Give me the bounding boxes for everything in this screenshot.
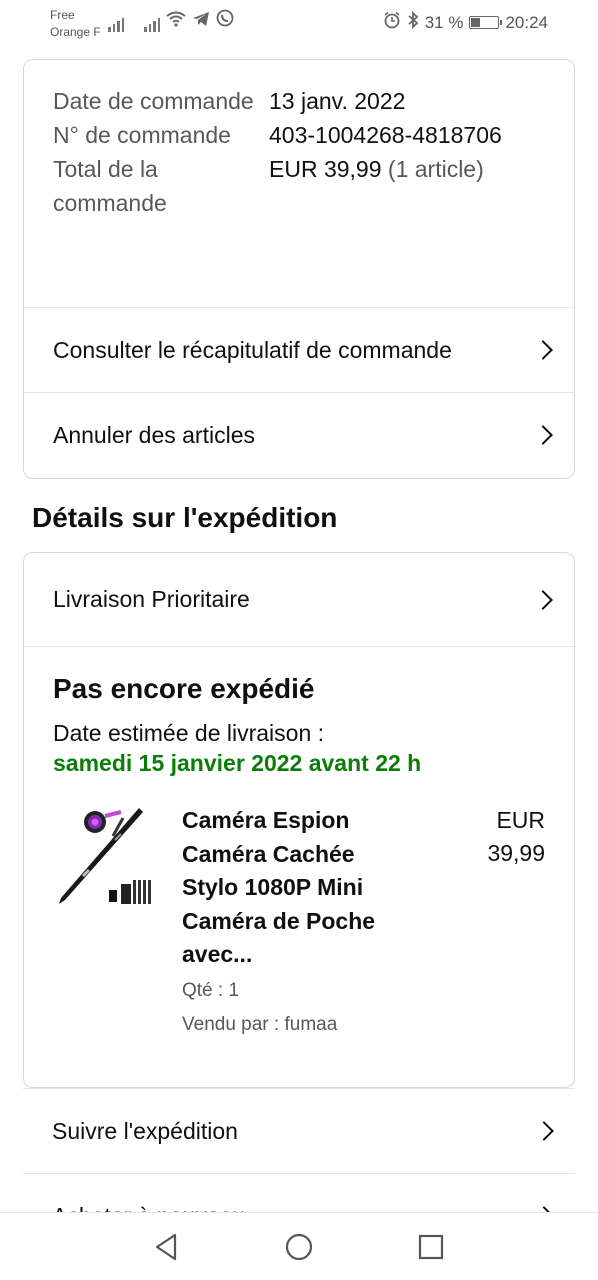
carrier-1: Free [50,8,75,22]
shipping-method-label: Livraison Prioritaire [53,586,250,612]
battery-percent: 31 % [424,12,464,32]
order-number-label: N° de commande [53,122,231,148]
signal-icon [108,16,124,32]
status-icons-right: 31 % 20:24 [383,10,548,34]
back-button[interactable] [147,1227,187,1267]
view-order-summary-label: Consulter le récapitulatif de commande [53,336,452,363]
view-order-summary-link[interactable]: Consulter le récapitulatif de commande [24,307,574,392]
recents-square-icon [418,1234,444,1259]
home-button[interactable] [279,1227,319,1267]
carrier-names: Free Orange F [50,7,101,41]
track-shipment-link[interactable]: Suivre l'expédition [23,1088,575,1173]
status-icons-left [108,9,234,32]
order-total-count: (1 article) [387,156,484,182]
product-price: EUR 39,99 [455,804,545,1042]
order-date-row: Date de commande 13 janv. 2022 [53,84,545,118]
order-total-value: EUR 39,99 (1 article) [269,152,545,220]
product-item[interactable]: Caméra Espion Caméra Cachée Stylo 1080P … [53,804,545,1042]
order-total-label: Total de la commande [53,156,167,216]
alarm-icon [383,11,401,34]
chevron-right-icon [533,425,553,445]
home-circle-icon [285,1233,313,1260]
order-number-value: 403-1004268-4818706 [269,122,502,148]
product-price-value: 39,99 [487,840,545,866]
order-date-value: 13 janv. 2022 [269,88,406,114]
cancel-items-link[interactable]: Annuler des articles [24,392,574,477]
shipment-card: Livraison Prioritaire Pas encore expédié… [23,552,575,1088]
back-triangle-icon [155,1233,177,1260]
order-total-row: Total de la commande EUR 39,99 (1 articl… [53,152,545,220]
shipment-details: Pas encore expédié Date estimée de livra… [24,646,574,1042]
shipping-details-title: Détails sur l'expédition [32,502,338,533]
order-info: Date de commande 13 janv. 2022 N° de com… [24,60,574,307]
recents-button[interactable] [411,1227,451,1267]
chevron-right-icon [533,589,553,610]
order-number-row: N° de commande 403-1004268-4818706 [53,118,545,152]
bluetooth-icon [407,10,419,34]
product-price-currency: EUR [496,807,545,833]
signal-icon [144,16,160,32]
telegram-icon [192,11,210,32]
clock: 20:24 [505,12,548,32]
status-bar: Free Orange F 31 % 20:24 [0,0,598,46]
cancel-items-label: Annuler des articles [53,421,255,448]
estimated-delivery-date: samedi 15 janvier 2022 avant 22 h [53,750,422,776]
order-summary-card: Date de commande 13 janv. 2022 N° de com… [23,59,575,479]
shipping-method-link[interactable]: Livraison Prioritaire [24,553,574,646]
chevron-right-icon [533,340,553,360]
product-quantity: Qté : 1 [182,979,240,1001]
navigation-bar [0,1212,598,1280]
battery-icon [469,16,503,29]
product-seller: Vendu par : fumaa [182,1013,338,1035]
estimated-delivery-label: Date estimée de livraison : [53,720,325,746]
product-image[interactable] [53,804,182,914]
wifi-icon [166,11,186,32]
chevron-right-icon [534,1121,554,1141]
product-title[interactable]: Caméra Espion Caméra Cachée Stylo 1080P … [182,804,412,972]
whatsapp-icon [216,9,234,32]
order-total-amount: EUR 39,99 [269,156,382,182]
carrier-2: Orange F [50,25,101,39]
product-info: Caméra Espion Caméra Cachée Stylo 1080P … [182,804,455,1042]
track-shipment-label: Suivre l'expédition [52,1117,238,1144]
shipment-status: Pas encore expédié [53,673,315,704]
order-date-label: Date de commande [53,88,254,114]
